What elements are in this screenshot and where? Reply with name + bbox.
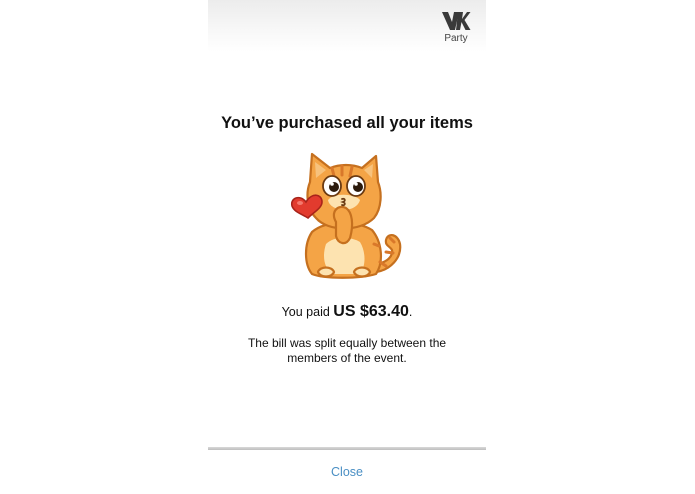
paid-prefix: You paid [281,305,334,319]
purchase-complete-dialog: Party You’ve purchased all your items Yo… [208,0,486,494]
top-bar: Party [208,0,486,52]
footer-divider [208,447,486,450]
paid-amount: US $63.40 [333,303,409,320]
screen: Party You’ve purchased all your items Yo… [0,0,695,494]
paid-suffix: . [408,305,413,319]
brand-caption: Party [444,33,468,44]
brand: Party [440,10,472,44]
page-title: You’ve purchased all your items [221,114,473,132]
close-button[interactable]: Close [208,465,486,479]
vk-logo-icon [442,12,471,30]
payment-summary: You paid US $63.40. [208,303,486,321]
cat-sticker [290,152,402,279]
split-note: The bill was split equally between the m… [247,336,447,365]
